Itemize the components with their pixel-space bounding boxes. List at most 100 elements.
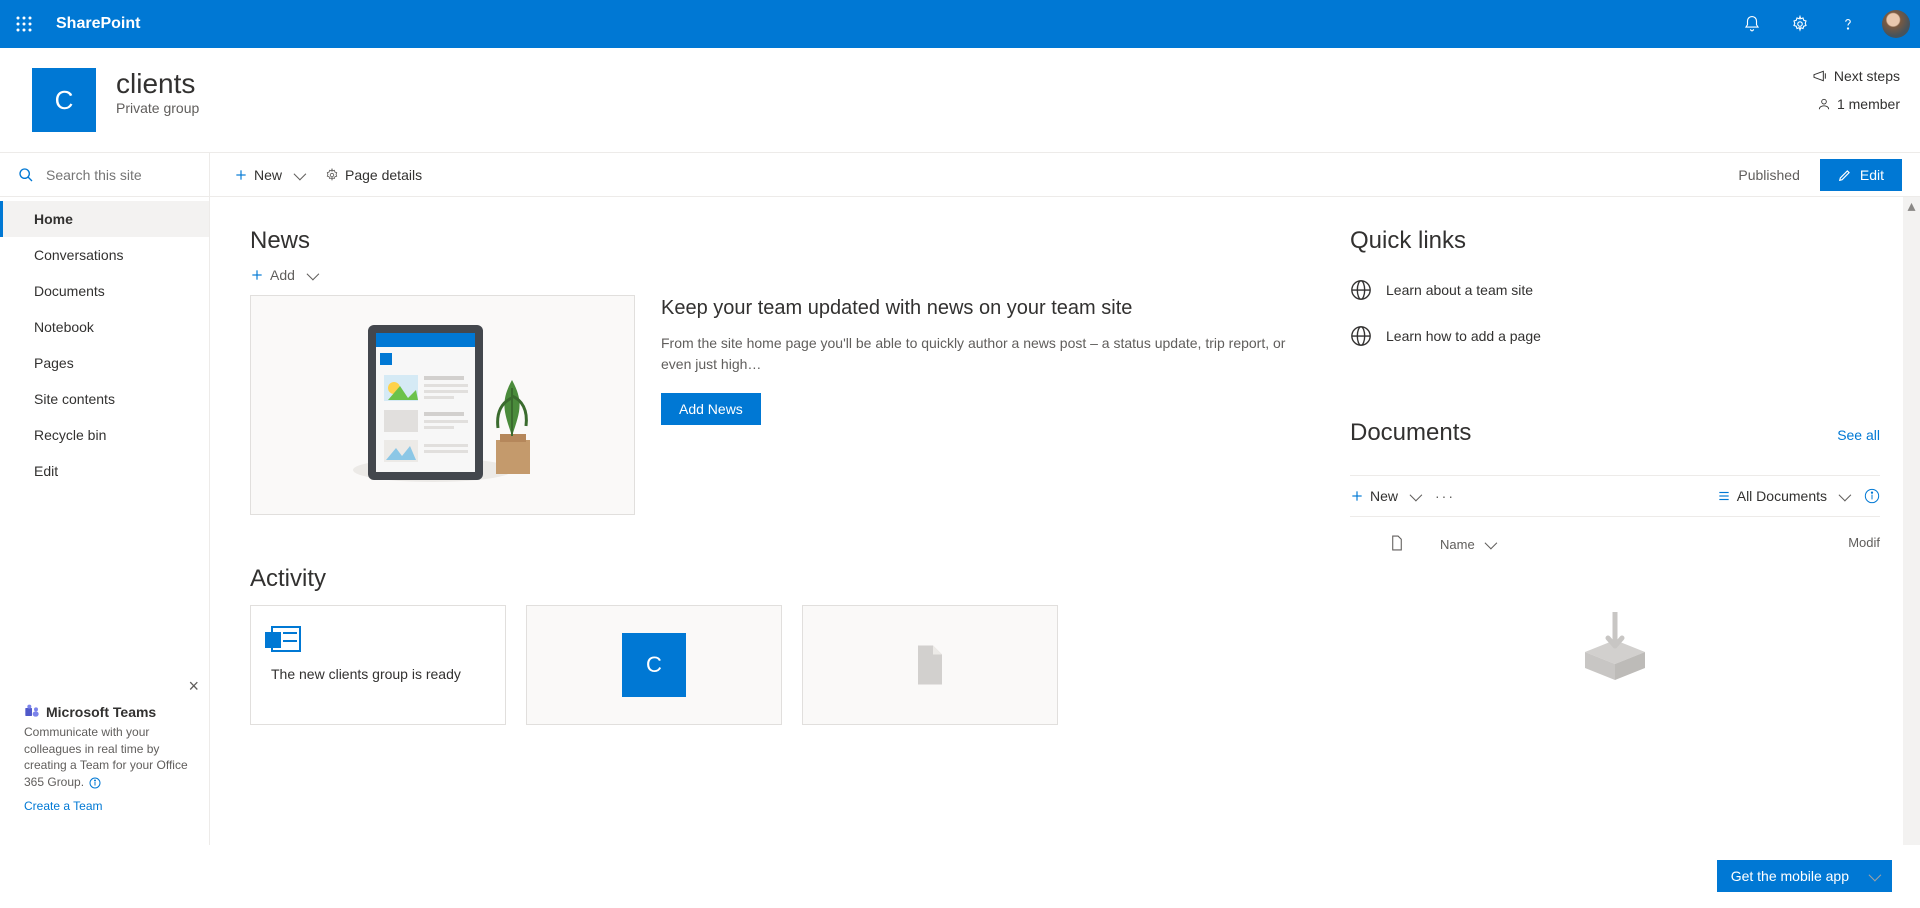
account-button[interactable] bbox=[1872, 0, 1920, 48]
activity-card-group-ready[interactable]: The new clients group is ready bbox=[250, 605, 506, 725]
pencil-icon bbox=[1838, 168, 1852, 182]
documents-see-all-link[interactable]: See all bbox=[1837, 427, 1880, 443]
documents-col-name-label: Name bbox=[1440, 537, 1475, 552]
left-nav: Home Conversations Documents Notebook Pa… bbox=[0, 153, 210, 845]
gear-icon bbox=[1791, 15, 1809, 33]
page-details-button[interactable]: Page details bbox=[319, 163, 428, 187]
megaphone-icon bbox=[1812, 69, 1828, 83]
outlook-icon bbox=[271, 626, 301, 652]
news-illustration bbox=[250, 295, 635, 515]
drop-box-icon bbox=[1570, 612, 1660, 682]
app-name[interactable]: SharePoint bbox=[56, 15, 140, 33]
documents-drop-zone[interactable] bbox=[1350, 612, 1880, 682]
activity-card-site[interactable]: C bbox=[526, 605, 782, 725]
documents-col-name[interactable]: Name bbox=[1440, 535, 1838, 554]
scroll-up-icon[interactable]: ▴ bbox=[1903, 197, 1920, 214]
help-button[interactable] bbox=[1824, 0, 1872, 48]
documents-new-label: New bbox=[1370, 488, 1398, 504]
documents-view-button[interactable]: All Documents bbox=[1717, 488, 1848, 504]
file-icon bbox=[1390, 535, 1404, 551]
add-news-button[interactable]: Add News bbox=[661, 393, 761, 425]
teams-promo: × Microsoft Teams Communicate with your … bbox=[0, 686, 209, 845]
quick-link-label: Learn how to add a page bbox=[1386, 328, 1541, 344]
page-canvas: News Add bbox=[210, 197, 1920, 845]
teams-icon bbox=[24, 704, 40, 720]
get-mobile-app-button[interactable]: Get the mobile app bbox=[1717, 860, 1892, 892]
documents-view-label: All Documents bbox=[1737, 488, 1827, 504]
teams-promo-title: Microsoft Teams bbox=[46, 704, 156, 720]
globe-icon bbox=[1350, 325, 1372, 347]
activity-card-logo: C bbox=[622, 633, 686, 697]
waffle-icon bbox=[16, 16, 32, 32]
nav-item-notebook[interactable]: Notebook bbox=[0, 309, 209, 345]
site-logo[interactable]: C bbox=[32, 68, 96, 132]
site-subtitle: Private group bbox=[116, 100, 199, 116]
news-tablet-icon bbox=[328, 320, 558, 490]
edit-button-label: Edit bbox=[1860, 167, 1884, 183]
published-status: Published bbox=[1738, 167, 1800, 183]
search-icon bbox=[18, 167, 34, 183]
avatar bbox=[1882, 10, 1910, 38]
info-icon[interactable] bbox=[1864, 488, 1880, 504]
suite-bar: SharePoint bbox=[0, 0, 1920, 48]
next-steps-label: Next steps bbox=[1834, 68, 1900, 84]
info-icon[interactable] bbox=[89, 777, 101, 789]
news-headline: Keep your team updated with news on your… bbox=[661, 295, 1310, 321]
quick-link-add-page[interactable]: Learn how to add a page bbox=[1350, 313, 1880, 359]
news-heading: News bbox=[250, 227, 1310, 255]
documents-col-modified[interactable]: Modif bbox=[1848, 535, 1880, 554]
plus-icon bbox=[234, 168, 248, 182]
document-icon bbox=[912, 642, 948, 688]
nav-item-site-contents[interactable]: Site contents bbox=[0, 381, 209, 417]
app-launcher-button[interactable] bbox=[0, 0, 48, 48]
activity-card-document[interactable] bbox=[802, 605, 1058, 725]
nav-item-conversations[interactable]: Conversations bbox=[0, 237, 209, 273]
chevron-down-icon bbox=[1863, 868, 1878, 884]
chevron-down-icon bbox=[1479, 537, 1494, 552]
search-input[interactable] bbox=[46, 167, 191, 183]
news-add-button[interactable]: Add bbox=[250, 267, 1310, 283]
search-box[interactable] bbox=[0, 153, 209, 197]
quick-link-label: Learn about a team site bbox=[1386, 282, 1533, 298]
new-button[interactable]: New bbox=[228, 163, 309, 187]
plus-icon bbox=[250, 268, 264, 282]
quick-launch: Home Conversations Documents Notebook Pa… bbox=[0, 197, 209, 493]
news-body: From the site home page you'll be able t… bbox=[661, 333, 1310, 375]
nav-item-pages[interactable]: Pages bbox=[0, 345, 209, 381]
news-add-label: Add bbox=[270, 267, 295, 283]
globe-icon bbox=[1350, 279, 1372, 301]
bell-icon bbox=[1743, 15, 1761, 33]
get-mobile-app-label: Get the mobile app bbox=[1731, 868, 1849, 884]
members-label: 1 member bbox=[1837, 96, 1900, 112]
settings-button[interactable] bbox=[1776, 0, 1824, 48]
documents-table: Name Modif bbox=[1350, 527, 1880, 572]
plus-icon bbox=[1350, 489, 1364, 503]
nav-item-recycle-bin[interactable]: Recycle bin bbox=[0, 417, 209, 453]
activity-heading: Activity bbox=[250, 565, 1310, 593]
edit-button[interactable]: Edit bbox=[1820, 159, 1902, 191]
chevron-down-icon bbox=[301, 267, 316, 283]
notifications-button[interactable] bbox=[1728, 0, 1776, 48]
documents-new-button[interactable]: New bbox=[1350, 488, 1419, 504]
nav-item-edit[interactable]: Edit bbox=[0, 453, 209, 489]
chevron-down-icon bbox=[288, 167, 303, 183]
scrollbar[interactable]: ▴ bbox=[1903, 197, 1920, 845]
new-button-label: New bbox=[254, 167, 282, 183]
command-bar: New Page details Published Edit bbox=[210, 153, 1920, 197]
nav-item-home[interactable]: Home bbox=[0, 201, 209, 237]
site-title[interactable]: clients bbox=[116, 68, 199, 100]
person-icon bbox=[1817, 97, 1831, 111]
quick-link-team-site[interactable]: Learn about a team site bbox=[1350, 267, 1880, 313]
create-team-link[interactable]: Create a Team bbox=[24, 799, 103, 813]
nav-item-documents[interactable]: Documents bbox=[0, 273, 209, 309]
teams-promo-close-button[interactable]: × bbox=[188, 676, 199, 697]
list-icon bbox=[1717, 489, 1731, 503]
next-steps-button[interactable]: Next steps bbox=[1812, 68, 1900, 84]
chevron-down-icon bbox=[1404, 488, 1419, 504]
documents-heading: Documents bbox=[1350, 419, 1471, 447]
documents-more-button[interactable]: ··· bbox=[1435, 488, 1455, 504]
page-details-label: Page details bbox=[345, 167, 422, 183]
members-button[interactable]: 1 member bbox=[1812, 96, 1900, 112]
chevron-down-icon bbox=[1833, 488, 1848, 504]
site-header: C clients Private group Next steps 1 mem… bbox=[0, 48, 1920, 153]
